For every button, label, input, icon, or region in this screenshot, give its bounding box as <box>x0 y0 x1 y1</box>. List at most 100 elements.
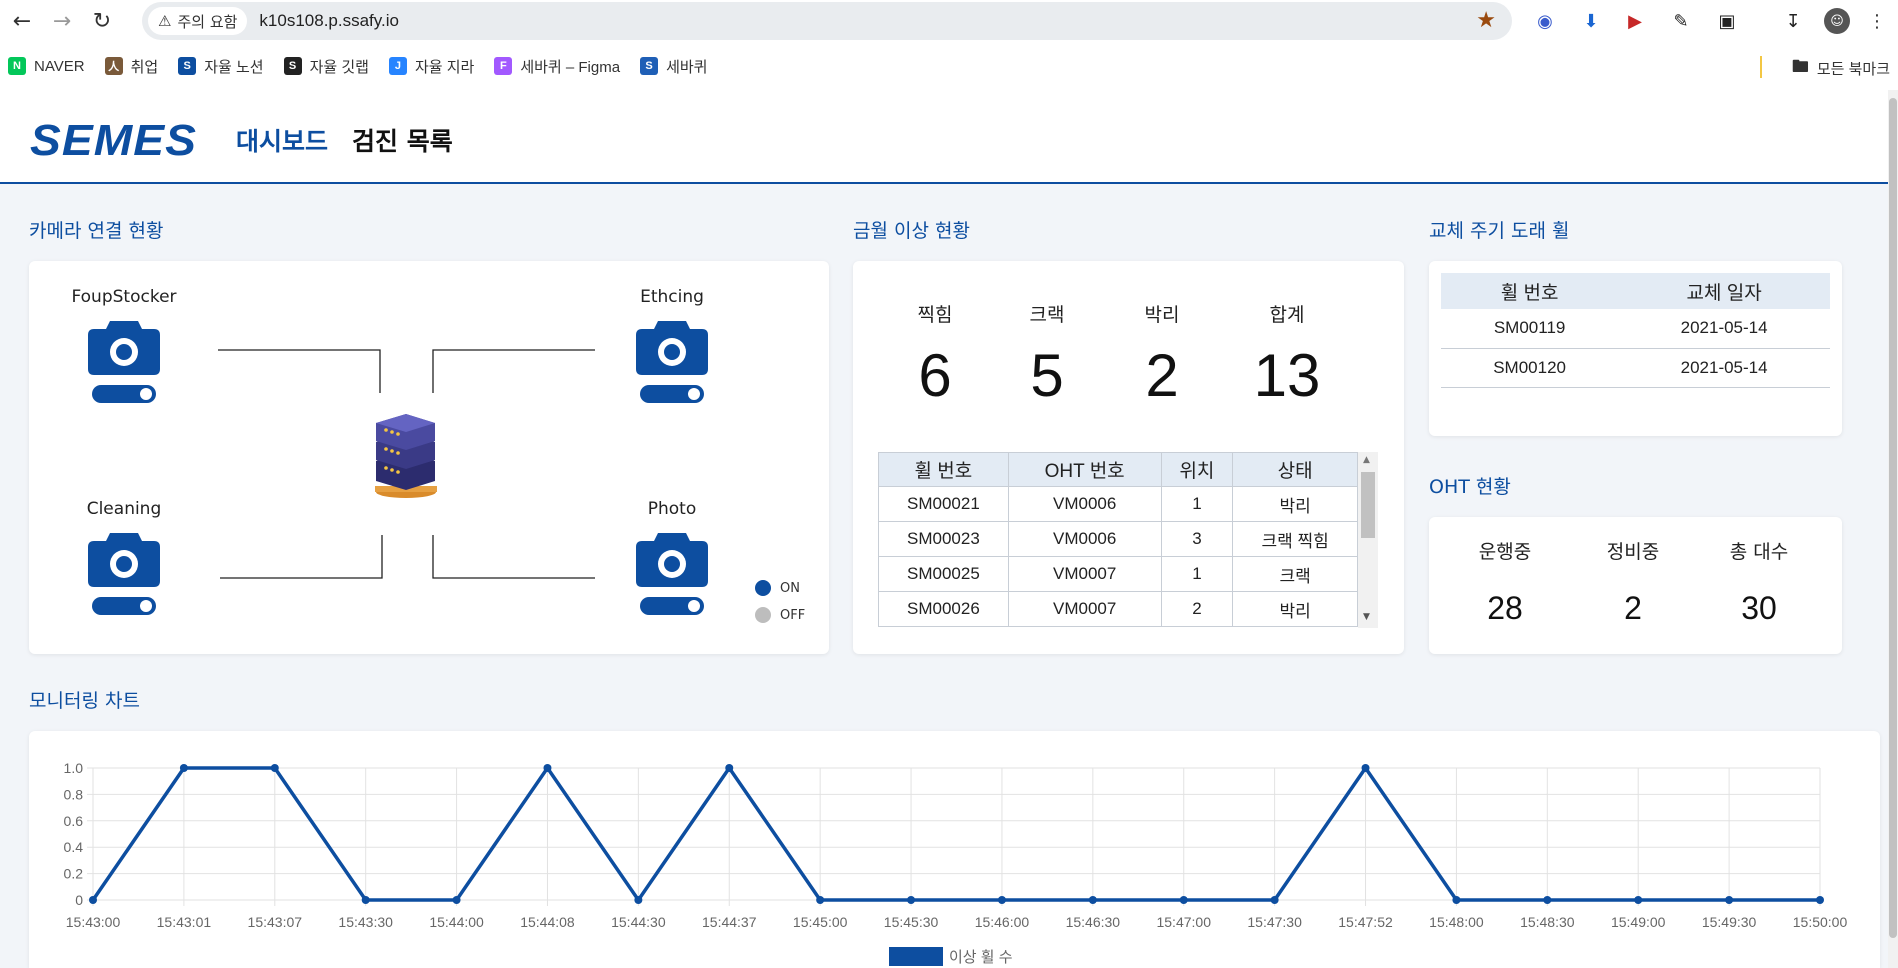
oht-stat-label: 운행중 <box>1478 541 1532 563</box>
x-tick-label: 15:50:00 <box>1793 914 1848 930</box>
x-tick-label: 15:46:00 <box>975 914 1030 930</box>
data-point <box>452 896 461 904</box>
anomaly-table-wrapper[interactable]: 휠 번호 OHT 번호 위치 상태 SM00021 VM0006 1 박리 SM00023 VM… <box>878 452 1378 628</box>
oht-stat: 정비중 2 <box>1573 537 1693 627</box>
bookmark-item[interactable]: N NAVER <box>8 56 85 77</box>
server-icon <box>375 414 437 498</box>
video-extension-icon[interactable]: ▶ <box>1622 8 1648 34</box>
address-bar[interactable]: ⚠ 주의 요함 k10s108.p.ssafy.io ★ <box>142 2 1512 40</box>
camera-4[interactable]: Photo <box>612 499 732 615</box>
bookmarks-divider <box>1760 56 1762 78</box>
table-cell: 크랙 찍힘 <box>1232 521 1358 557</box>
table-row[interactable]: SM00021 VM0006 1 박리 <box>878 486 1358 522</box>
avatar[interactable]: ☺ <box>1824 8 1850 34</box>
table-cell: VM0007 <box>1007 556 1162 592</box>
site-info-label: 주의 요함 <box>177 12 238 31</box>
semes-logo[interactable]: SEMES <box>30 116 197 166</box>
camera-name: Cleaning <box>86 499 162 519</box>
person-icon: 人 <box>104 57 123 75</box>
x-tick-label: 15:43:30 <box>338 914 393 930</box>
download-icon[interactable]: ↧ <box>1780 8 1806 34</box>
data-point <box>1634 896 1643 904</box>
table-cell: SM00120 <box>1441 348 1619 388</box>
url-text[interactable]: k10s108.p.ssafy.io <box>259 11 399 31</box>
table-cell: 1 <box>1160 486 1234 522</box>
semes-icon: S <box>640 57 659 75</box>
bookmark-label: 자율 깃랩 <box>309 58 369 76</box>
table-cell: SM00025 <box>878 556 1009 592</box>
table-row[interactable]: SM00026 VM0007 2 박리 <box>878 591 1358 627</box>
menu-icon[interactable]: ⋮ <box>1864 8 1890 34</box>
anomaly-stat-value: 13 <box>1253 342 1321 409</box>
y-tick-label: 1.0 <box>64 760 84 776</box>
bookmark-item[interactable]: F 세바퀴 – Figma <box>494 56 620 77</box>
camera-3[interactable]: Cleaning <box>64 499 184 615</box>
oht-stat-value: 2 <box>1624 590 1642 626</box>
camera-name: Photo <box>647 499 697 519</box>
anomaly-table-header[interactable]: OHT 번호 <box>1007 452 1162 487</box>
bookmark-item[interactable]: J 자율 지라 <box>388 56 474 77</box>
camera-2[interactable]: Ethcing <box>612 287 732 403</box>
scroll-up-icon[interactable]: ▲ <box>1363 455 1370 465</box>
anomaly-stat-label: 박리 <box>1144 304 1180 326</box>
anomaly-section-title: 금월 이상 현황 <box>853 220 970 242</box>
page-scrollbar-thumb[interactable] <box>1889 98 1897 938</box>
replacement-table-header: 교체 일자 <box>1618 273 1830 309</box>
warning-icon: ⚠ <box>158 12 172 30</box>
x-tick-label: 15:44:08 <box>520 914 575 930</box>
data-point <box>361 896 370 904</box>
y-tick-label: 0.8 <box>64 786 84 802</box>
replacement-card: 휠 번호 교체 일자 SM00119 2021-05-14 SM00120 2021-0… <box>1429 261 1842 436</box>
eyedropper-icon[interactable]: ✎ <box>1668 8 1694 34</box>
anomaly-table-header[interactable]: 위치 <box>1160 452 1234 487</box>
reload-icon[interactable]: ↻ <box>84 3 120 39</box>
x-tick-label: 15:45:00 <box>793 914 848 930</box>
oht-stat: 총 대수 30 <box>1699 537 1819 627</box>
camera-1[interactable]: FoupStocker <box>64 287 184 403</box>
camera-name: FoupStocker <box>71 287 177 307</box>
bookmark-item[interactable]: S 세바퀴 <box>640 56 707 77</box>
oht-stat: 운행중 28 <box>1445 537 1565 627</box>
data-point <box>1361 764 1370 772</box>
anomaly-table-header[interactable]: 상태 <box>1232 452 1358 487</box>
bookmark-item[interactable]: 人 취업 <box>104 56 158 77</box>
oht-stat-value: 30 <box>1741 590 1777 626</box>
anomaly-stat-label: 합계 <box>1269 304 1305 326</box>
forward-icon[interactable]: → <box>44 3 80 39</box>
table-row[interactable]: SM00119 2021-05-14 <box>1441 309 1830 349</box>
replacement-table-header: 휠 번호 <box>1441 273 1619 309</box>
nav-inspection-list[interactable]: 검진 목록 <box>352 122 453 158</box>
legend-label: 이상 휠 수 <box>949 949 1013 966</box>
download-helper-icon[interactable]: ⬇ <box>1578 8 1604 34</box>
anomaly-stat-value: 2 <box>1145 342 1179 409</box>
anomaly-stat-label: 크랙 <box>1029 304 1065 326</box>
y-tick-label: 0.6 <box>64 813 84 829</box>
page-scrollbar[interactable] <box>1888 90 1898 968</box>
table-row[interactable]: SM00120 2021-05-14 <box>1441 348 1830 388</box>
site-info-chip[interactable]: ⚠ 주의 요함 <box>148 7 248 35</box>
camera-icon <box>88 321 160 403</box>
table-row[interactable]: SM00025 VM0007 1 크랙 <box>878 556 1358 592</box>
all-bookmarks-button[interactable]: 🖿 모든 북마크 <box>1792 54 1890 83</box>
bookmark-item[interactable]: S 자율 노션 <box>178 56 264 77</box>
data-point <box>1088 896 1097 904</box>
bookmark-label: 세바퀴 – Figma <box>520 58 621 76</box>
bookmark-item[interactable]: S 자율 깃랩 <box>283 56 369 77</box>
anomaly-table-scrollbar[interactable]: ▲ ▼ <box>1358 452 1378 628</box>
scroll-down-icon[interactable]: ▼ <box>1363 612 1370 622</box>
data-point <box>1543 896 1552 904</box>
extension-icon[interactable]: ◉ <box>1532 8 1558 34</box>
anomaly-stat: 합계 13 <box>1232 300 1342 410</box>
back-icon[interactable]: ← <box>4 3 40 39</box>
folder-icon: 🖿 <box>1791 57 1809 76</box>
anomaly-table: 휠 번호 OHT 번호 위치 상태 SM00021 VM0006 1 박리 SM00023 VM… <box>878 452 1358 627</box>
anomaly-table-header[interactable]: 휠 번호 <box>878 452 1009 487</box>
bookmark-star-icon[interactable]: ★ <box>1476 8 1496 33</box>
puzzle-icon[interactable]: ▣ <box>1714 8 1740 34</box>
anomaly-scrollbar-thumb[interactable] <box>1361 472 1375 538</box>
nav-dashboard[interactable]: 대시보드 <box>236 122 328 158</box>
series-line <box>91 766 1820 902</box>
legend-off-label: OFF <box>780 608 806 623</box>
x-tick-label: 15:44:37 <box>702 914 757 930</box>
table-row[interactable]: SM00023 VM0006 3 크랙 찍힘 <box>878 521 1358 557</box>
